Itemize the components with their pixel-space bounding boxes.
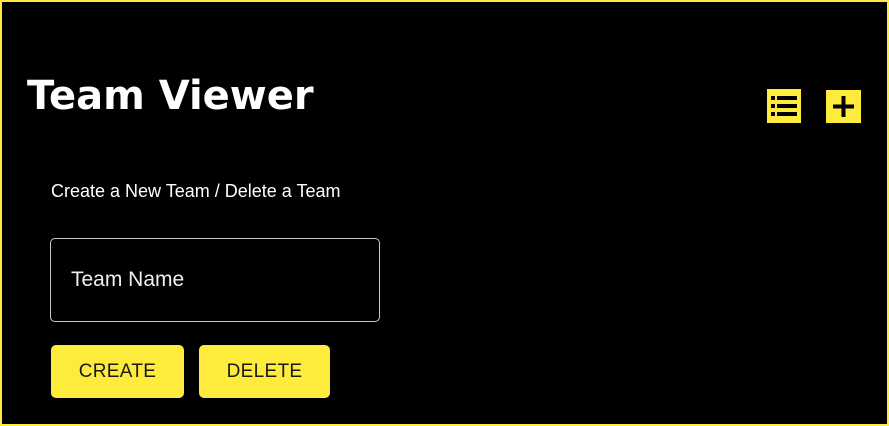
- page-title: Team Viewer: [27, 73, 314, 119]
- add-team-button[interactable]: [826, 90, 861, 123]
- team-viewer-app: Team Viewer Create a New Team / Delete a…: [0, 0, 889, 426]
- delete-button[interactable]: DELETE: [199, 345, 330, 398]
- list-icon: [767, 89, 801, 123]
- create-button[interactable]: CREATE: [51, 345, 184, 398]
- plus-icon: [826, 90, 861, 123]
- team-name-input[interactable]: [50, 238, 380, 322]
- list-view-button[interactable]: [767, 89, 801, 123]
- form-subtitle: Create a New Team / Delete a Team: [51, 181, 341, 201]
